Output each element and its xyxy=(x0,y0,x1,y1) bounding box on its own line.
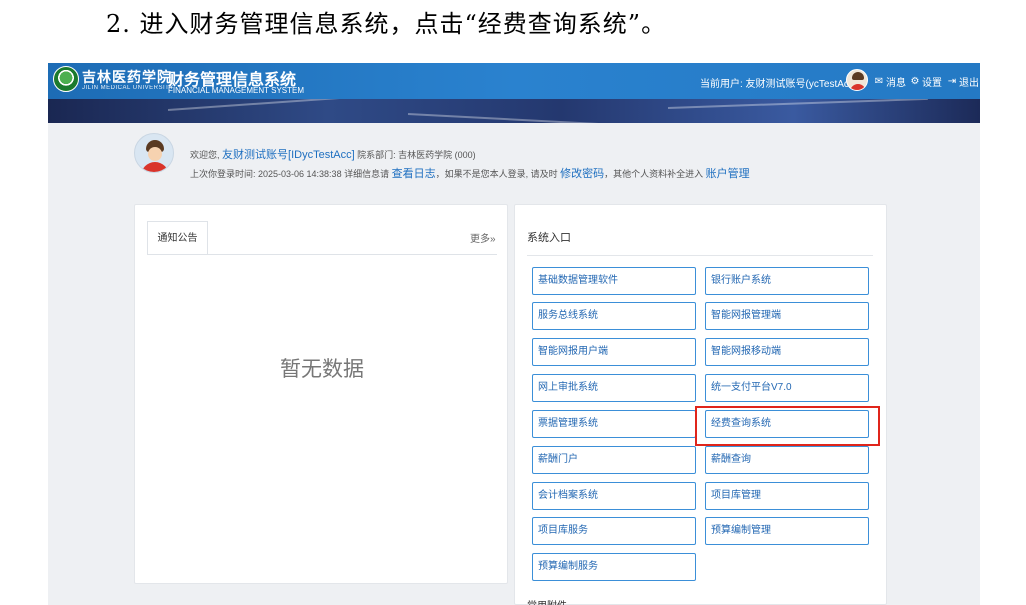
notice-panel: 通知公告 更多» 暂无数据 xyxy=(134,204,508,584)
systems-panel: 系统入口 基础数据管理软件 银行账户系统 服务总线系统 智能网报管理端 智能网报… xyxy=(514,204,887,605)
university-name-en: JILIN MEDICAL UNIVERSITY xyxy=(82,85,174,91)
user-avatar-large xyxy=(134,133,174,173)
department-text: 院系部门: 吉林医药学院 (000) xyxy=(357,150,476,160)
system-button-salary-query[interactable]: 薪酬查询 xyxy=(705,446,869,474)
user-avatar[interactable] xyxy=(846,69,868,91)
settings-label: 设置 xyxy=(922,78,942,89)
system-button-budget-mgmt[interactable]: 预算编制管理 xyxy=(705,517,869,545)
university-seal-icon xyxy=(53,66,79,92)
view-log-link[interactable]: 查看日志 xyxy=(392,168,436,180)
annotation-highlight-box xyxy=(695,406,880,446)
system-button-project-library-mgmt[interactable]: 项目库管理 xyxy=(705,482,869,510)
greeting-text: 欢迎您, xyxy=(190,150,220,160)
instruction-caption: 2. 进入财务管理信息系统，点击“经费查询系统”。 xyxy=(106,10,667,38)
logout-label: 退出 xyxy=(959,78,979,89)
welcome-line: 欢迎您, 友财测试账号[IDycTestAcc] 院系部门: 吉林医药学院 (0… xyxy=(190,146,476,162)
clipped-section-label: 常用附件 xyxy=(527,597,567,605)
last-login-line: 上次你登录时间: 2025-03-06 14:38:38 详细信息请 查看日志，… xyxy=(190,165,750,181)
current-user-label: 当前用户: 友财测试账号(ycTestAcc) xyxy=(700,79,858,90)
system-button-unified-payment[interactable]: 统一支付平台V7.0 xyxy=(705,374,869,402)
system-subtitle: FINANCIAL MANAGEMENT SYSTEM xyxy=(168,86,305,95)
settings-button[interactable]: ⚙ 设置 xyxy=(910,74,942,89)
user-profile-link[interactable]: 友财测试账号[IDycTestAcc] xyxy=(222,149,355,161)
system-button-project-library-service[interactable]: 项目库服务 xyxy=(532,517,696,545)
security-notice-text: ，如果不是您本人登录, 请及时 xyxy=(435,169,558,179)
top-header-bar: 吉林医药学院 JILIN MEDICAL UNIVERSITY 财务管理信息系统… xyxy=(48,63,980,99)
university-name: 吉林医药学院 xyxy=(82,70,172,86)
decorative-banner xyxy=(48,99,980,123)
logout-button[interactable]: ⇥ 退出 xyxy=(947,74,979,89)
mail-icon: ✉ xyxy=(874,75,884,87)
systems-panel-title: 系统入口 xyxy=(527,232,571,244)
profile-notice-text: ，其他个人资料补全进入 xyxy=(604,169,704,179)
empty-state-text: 暂无数据 xyxy=(280,358,364,381)
last-login-text: 上次你登录时间: 2025-03-06 14:38:38 详细信息请 xyxy=(190,169,390,179)
system-button-service-bus[interactable]: 服务总线系统 xyxy=(532,302,696,330)
system-button-netreport-user[interactable]: 智能网报用户端 xyxy=(532,338,696,366)
messages-button[interactable]: ✉ 消息 xyxy=(874,74,906,89)
more-notices-link[interactable]: 更多» xyxy=(470,230,496,245)
system-button-accounting-archive[interactable]: 会计档案系统 xyxy=(532,482,696,510)
welcome-section: 欢迎您, 友财测试账号[IDycTestAcc] 院系部门: 吉林医药学院 (0… xyxy=(134,129,894,189)
system-button-budget-service[interactable]: 预算编制服务 xyxy=(532,553,696,581)
system-button-netreport-admin[interactable]: 智能网报管理端 xyxy=(705,302,869,330)
system-button-basic-data[interactable]: 基础数据管理软件 xyxy=(532,267,696,295)
system-button-bank-account[interactable]: 银行账户系统 xyxy=(705,267,869,295)
gear-icon: ⚙ xyxy=(910,75,920,87)
system-button-online-approval[interactable]: 网上审批系统 xyxy=(532,374,696,402)
system-button-bill-management[interactable]: 票据管理系统 xyxy=(532,410,696,438)
logout-icon: ⇥ xyxy=(947,75,957,87)
system-button-netreport-mobile[interactable]: 智能网报移动端 xyxy=(705,338,869,366)
system-button-salary-portal[interactable]: 薪酬门户 xyxy=(532,446,696,474)
tab-notices[interactable]: 通知公告 xyxy=(147,221,208,255)
account-management-link[interactable]: 账户管理 xyxy=(706,168,750,180)
app-screenshot: 吉林医药学院 JILIN MEDICAL UNIVERSITY 财务管理信息系统… xyxy=(48,63,980,605)
messages-label: 消息 xyxy=(886,78,906,89)
change-password-link[interactable]: 修改密码 xyxy=(560,168,604,180)
